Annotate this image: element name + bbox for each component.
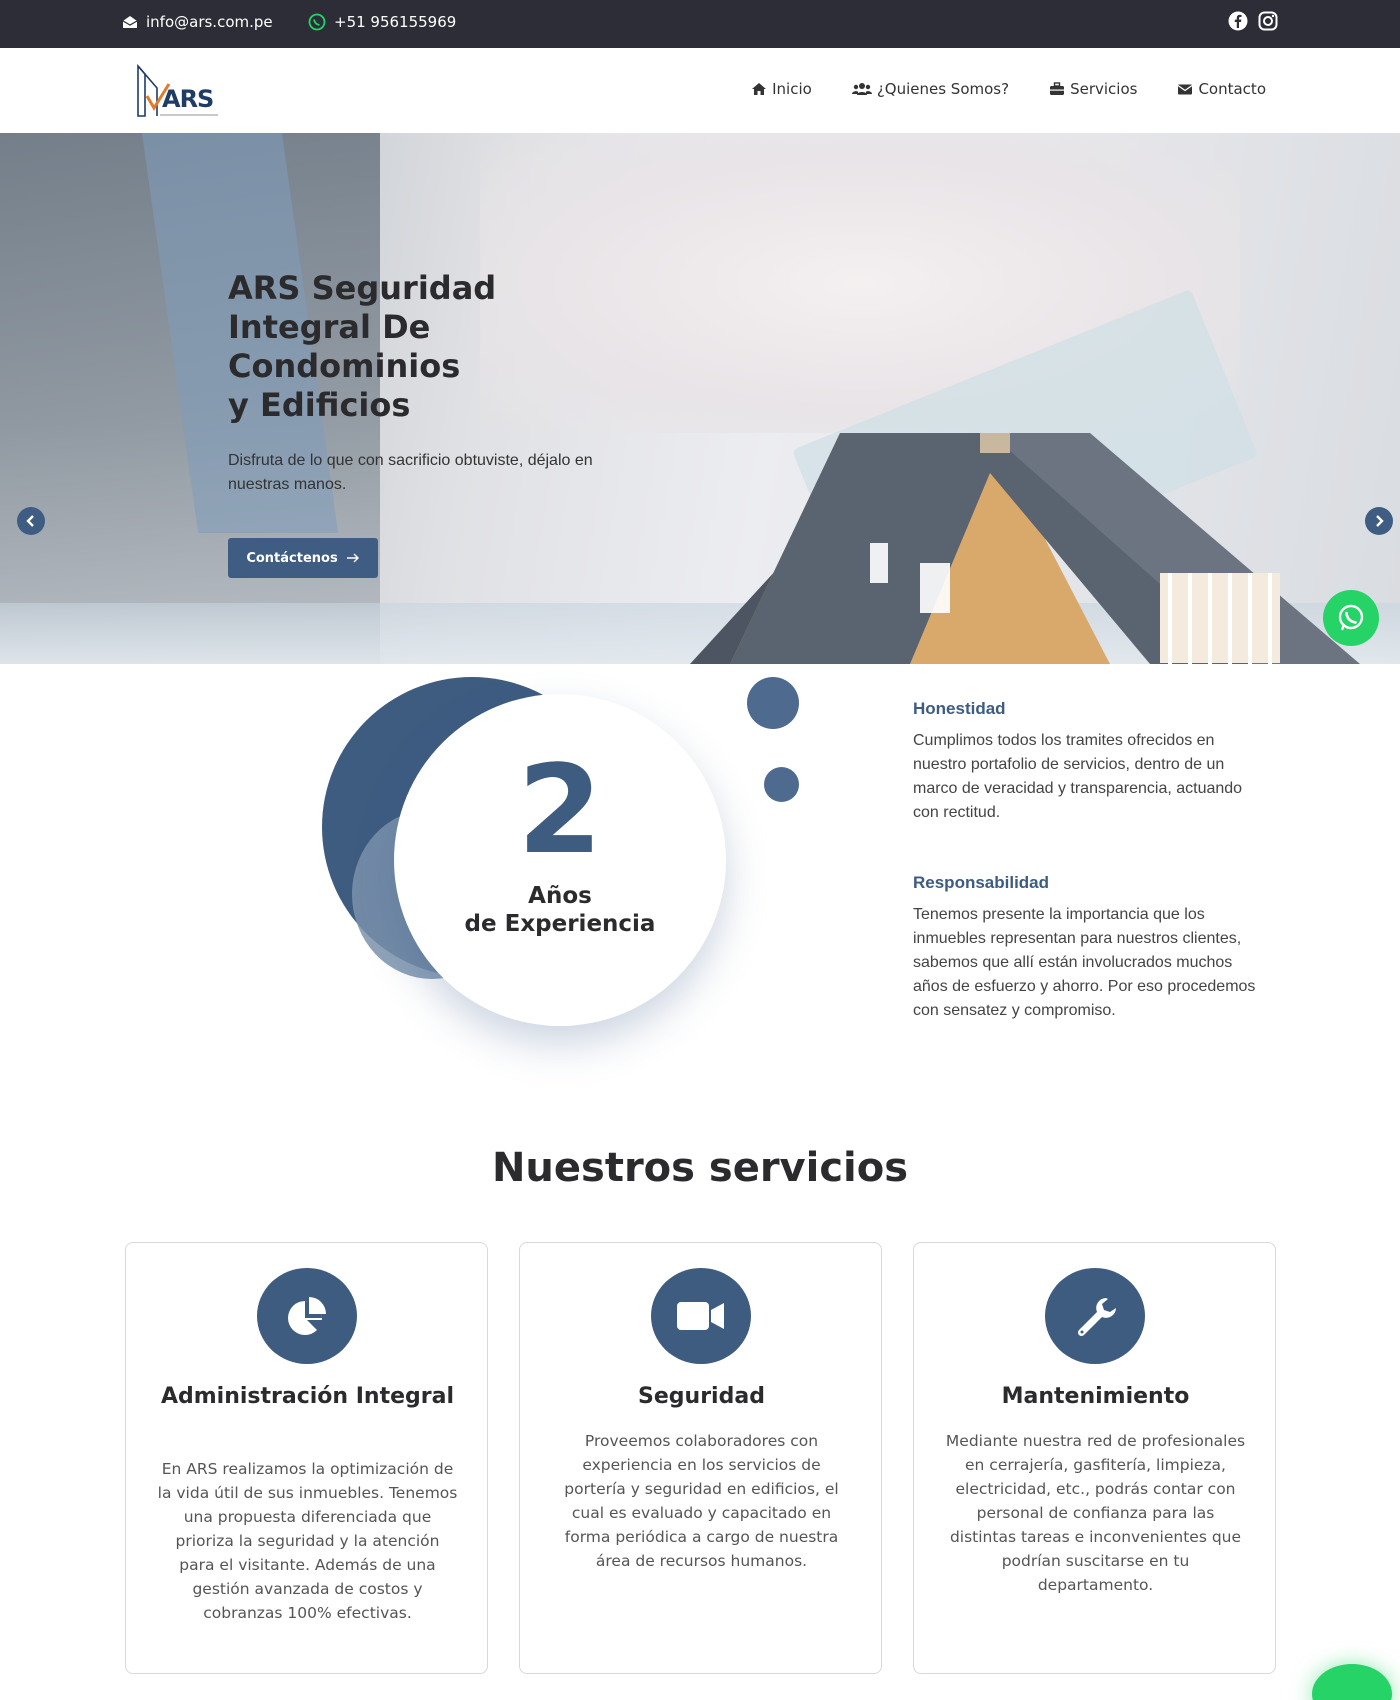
service-icon-circle: [651, 1268, 751, 1364]
experience-section: 2 Años de Experiencia Honestidad Cumplim…: [0, 664, 1400, 1084]
whatsapp-floating-button[interactable]: [1323, 590, 1379, 646]
main-menu: Inicio ¿Quienes Somos? Servicios Contact…: [751, 80, 1266, 98]
nav-item-label: Servicios: [1070, 80, 1138, 98]
slider-next-button[interactable]: [1365, 507, 1393, 535]
chevron-right-icon: [1376, 515, 1384, 527]
wrench-icon: [1077, 1298, 1116, 1337]
service-description: Mediante nuestra red de profesionales en…: [945, 1432, 1246, 1594]
nav-item-servicios[interactable]: Servicios: [1049, 80, 1137, 98]
hero-title: ARS Seguridad Integral De Condominios y …: [228, 269, 548, 425]
service-title: Seguridad: [638, 1384, 765, 1409]
hero-title-line: Condominios: [228, 347, 461, 385]
service-card-mantenimiento[interactable]: Mantenimiento Mediante nuestra red de pr…: [913, 1242, 1276, 1674]
chevron-left-icon: [26, 515, 34, 527]
home-icon: [752, 83, 767, 95]
service-icon-circle: [1045, 1268, 1145, 1364]
whatsapp-icon: [308, 13, 326, 31]
values-list: Honestidad Cumplimos todos los tramites …: [913, 699, 1263, 1071]
logo-tagline: [160, 114, 218, 116]
nav-item-label: Contacto: [1198, 80, 1266, 98]
contact-us-button[interactable]: Contáctenos: [228, 538, 378, 578]
nav-item-label: Inicio: [772, 80, 812, 98]
video-camera-icon: [677, 1302, 724, 1330]
hero-slider: ARS Seguridad Integral De Condominios y …: [0, 133, 1400, 664]
services-cards: Administración Integral En ARS realizamo…: [125, 1242, 1276, 1674]
service-icon-circle: [257, 1268, 357, 1364]
service-description: En ARS realizamos la optimización de la …: [157, 1460, 458, 1622]
whatsapp-floating-button-bottom[interactable]: [1312, 1664, 1392, 1700]
envelope-icon: [1178, 84, 1193, 94]
logo-text: ARS: [162, 85, 214, 113]
hero-title-line: ARS Seguridad: [228, 269, 497, 307]
experience-label-line2: de Experiencia: [464, 911, 656, 937]
nav-item-contacto[interactable]: Contacto: [1177, 80, 1266, 98]
service-description: Proveemos colaboradores con experiencia …: [564, 1432, 839, 1570]
value-title-honestidad: Honestidad: [913, 699, 1006, 718]
services-heading: Nuestros servicios: [491, 1145, 909, 1191]
slider-prev-button[interactable]: [17, 507, 45, 535]
value-title-responsabilidad: Responsabilidad: [913, 873, 1050, 892]
decor-dot: [764, 767, 799, 802]
main-navbar: ARS Inicio ¿Quienes Somos? Servicios Con…: [0, 48, 1400, 133]
phone-text: +51 956155969: [334, 13, 457, 31]
value-text-honestidad: Cumplimos todos los tramites ofrecidos e…: [913, 732, 1243, 821]
hero-title-line: Integral De: [228, 308, 431, 346]
nav-item-inicio[interactable]: Inicio: [751, 80, 812, 98]
instagram-icon[interactable]: [1258, 11, 1278, 31]
nav-item-label: ¿Quienes Somos?: [876, 80, 1010, 98]
email-link[interactable]: info@ars.com.pe: [122, 13, 273, 31]
value-text-responsabilidad: Tenemos presente la importancia que los …: [913, 906, 1256, 1019]
briefcase-icon: [1050, 82, 1065, 95]
experience-label-line1: Años: [528, 883, 592, 909]
contact-us-label: Contáctenos: [246, 550, 338, 566]
service-title: Administración Integral: [160, 1384, 455, 1409]
service-card-administracion[interactable]: Administración Integral En ARS realizamo…: [125, 1242, 488, 1674]
service-card-seguridad[interactable]: Seguridad Proveemos colaboradores con ex…: [519, 1242, 882, 1674]
house-model-image: [690, 433, 1360, 664]
users-icon: [851, 83, 872, 95]
whatsapp-icon: [1338, 604, 1364, 631]
social-links: [1228, 11, 1278, 31]
hero-subtitle: Disfruta de lo que con sacrificio obtuvi…: [228, 452, 593, 493]
decor-dot: [747, 677, 799, 729]
experience-years-number: 2: [517, 739, 603, 881]
hero-title-line: y Edificios: [228, 386, 411, 424]
envelope-open-icon: [122, 16, 138, 28]
top-bar: info@ars.com.pe +51 956155969: [0, 0, 1400, 48]
service-title: Mantenimiento: [1001, 1384, 1190, 1409]
pie-chart-icon: [288, 1297, 326, 1335]
facebook-icon[interactable]: [1228, 11, 1248, 31]
arrow-right-icon: [346, 553, 359, 563]
phone-link[interactable]: +51 956155969: [308, 13, 456, 31]
experience-label: Años de Experiencia: [394, 882, 726, 938]
email-text: info@ars.com.pe: [146, 13, 273, 31]
nav-item-quienes-somos[interactable]: ¿Quienes Somos?: [851, 80, 1010, 98]
